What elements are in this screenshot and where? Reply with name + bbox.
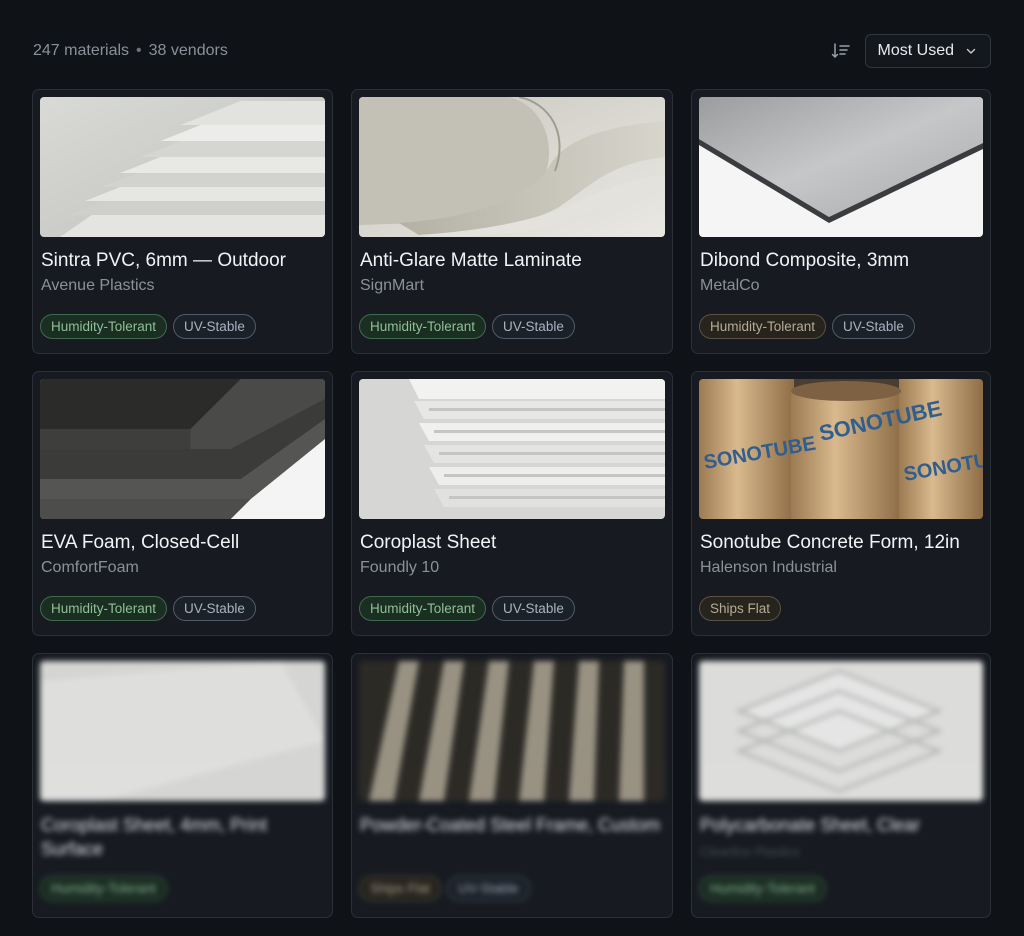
blurred-card-content: Polycarbonate Sheet, Clear Clearline Pla… xyxy=(692,654,990,917)
material-image-sonotube: SONOTUBE SONOTUBE SONOTUBE xyxy=(699,379,983,519)
material-vendor: SignMart xyxy=(360,277,425,294)
material-title: Sintra PVC, 6mm — Outdoor xyxy=(41,250,286,271)
material-image-dibond-panel xyxy=(699,97,983,237)
results-toolbar: 247 materials • 38 vendors Most Used xyxy=(33,34,991,68)
material-title: Dibond Composite, 3mm xyxy=(700,250,910,271)
tag-humidity-tolerant: Humidity-Tolerant xyxy=(699,876,827,901)
tag-uv-stable: UV-Stable xyxy=(447,876,530,901)
material-tags: Humidity-Tolerant xyxy=(699,876,827,901)
blurred-card-content: Coroplast Sheet, 4mm, Print Surface Humi… xyxy=(33,654,332,917)
material-vendor: Avenue Plastics xyxy=(41,277,155,294)
sort-dropdown[interactable]: Most Used xyxy=(864,34,991,68)
material-image-coroplast xyxy=(359,379,665,519)
tag-uv-stable: UV-Stable xyxy=(492,596,575,621)
material-title: Anti-Glare Matte Laminate xyxy=(360,250,582,271)
material-tags: Humidity-Tolerant xyxy=(40,876,168,901)
material-tags: Ships Flat UV-Stable xyxy=(359,876,530,901)
sort-icon[interactable] xyxy=(831,41,851,61)
tag-humidity-tolerant: Humidity-Tolerant xyxy=(40,876,168,901)
tag-uv-stable: UV-Stable xyxy=(492,314,575,339)
material-tags: Humidity-Tolerant UV-Stable xyxy=(359,314,575,339)
sort-controls: Most Used xyxy=(831,34,991,68)
material-card[interactable]: Coroplast Sheet Foundly 10 Humidity-Tole… xyxy=(351,371,673,636)
material-card[interactable]: Sintra PVC, 6mm — Outdoor Avenue Plastic… xyxy=(32,89,333,354)
material-title: EVA Foam, Closed-Cell xyxy=(41,532,240,553)
chevron-down-icon xyxy=(966,48,976,54)
tag-humidity-tolerant: Humidity-Tolerant xyxy=(359,596,487,621)
material-card[interactable]: Dibond Composite, 3mm MetalCo Humidity-T… xyxy=(691,89,991,354)
materials-grid: Sintra PVC, 6mm — Outdoor Avenue Plastic… xyxy=(32,89,991,918)
material-card[interactable]: EVA Foam, Closed-Cell ComfortFoam Humidi… xyxy=(32,371,333,636)
material-title: Powder-Coated Steel Frame, Custom xyxy=(360,815,661,835)
material-tags: Humidity-Tolerant UV-Stable xyxy=(40,314,256,339)
tag-ships-flat: Ships Flat xyxy=(359,876,442,901)
material-card[interactable]: SONOTUBE SONOTUBE SONOTUBE Sonotube Conc… xyxy=(691,371,991,636)
material-tags: Humidity-Tolerant UV-Stable xyxy=(699,314,915,339)
blurred-card-content: Powder-Coated Steel Frame, Custom Ships … xyxy=(352,654,672,917)
vendors-count: 38 vendors xyxy=(148,42,228,59)
material-card[interactable]: Anti-Glare Matte Laminate SignMart Humid… xyxy=(351,89,673,354)
material-image-polycarbonate xyxy=(699,661,983,801)
results-summary: 247 materials • 38 vendors xyxy=(33,42,228,60)
tag-humidity-tolerant: Humidity-Tolerant xyxy=(359,314,487,339)
material-image-eva-foam xyxy=(40,379,325,519)
material-card[interactable]: Coroplast Sheet, 4mm, Print Surface Humi… xyxy=(32,653,333,918)
material-image-steel-frame xyxy=(359,661,665,801)
material-card[interactable]: Polycarbonate Sheet, Clear Clearline Pla… xyxy=(691,653,991,918)
material-title: Coroplast Sheet, 4mm, Print Surface xyxy=(41,815,268,859)
material-vendor: Halenson Industrial xyxy=(700,559,837,576)
material-title: Sonotube Concrete Form, 12in xyxy=(700,532,960,553)
material-image-coroplast-print xyxy=(40,661,325,801)
material-vendor: Clearline Plastics xyxy=(700,844,800,859)
material-title: Polycarbonate Sheet, Clear xyxy=(700,815,921,835)
material-tags: Ships Flat xyxy=(699,596,782,621)
tag-uv-stable: UV-Stable xyxy=(173,314,256,339)
tag-humidity-tolerant: Humidity-Tolerant xyxy=(699,314,827,339)
tag-uv-stable: UV-Stable xyxy=(173,596,256,621)
summary-separator: • xyxy=(136,42,142,59)
sort-selected-label: Most Used xyxy=(877,42,954,59)
material-image-laminate-rolls xyxy=(359,97,665,237)
material-card[interactable]: Powder-Coated Steel Frame, Custom Ships … xyxy=(351,653,673,918)
material-title: Coroplast Sheet xyxy=(360,532,497,553)
tag-humidity-tolerant: Humidity-Tolerant xyxy=(40,314,168,339)
tag-uv-stable: UV-Stable xyxy=(832,314,915,339)
material-tags: Humidity-Tolerant UV-Stable xyxy=(40,596,256,621)
material-vendor: Foundly 10 xyxy=(360,559,440,576)
tag-humidity-tolerant: Humidity-Tolerant xyxy=(40,596,168,621)
materials-count: 247 materials xyxy=(33,42,130,59)
material-vendor: MetalCo xyxy=(700,277,760,294)
material-image-pvc-sheets xyxy=(40,97,325,237)
material-tags: Humidity-Tolerant UV-Stable xyxy=(359,596,575,621)
material-vendor: ComfortFoam xyxy=(41,559,139,576)
tag-ships-flat: Ships Flat xyxy=(699,596,782,621)
